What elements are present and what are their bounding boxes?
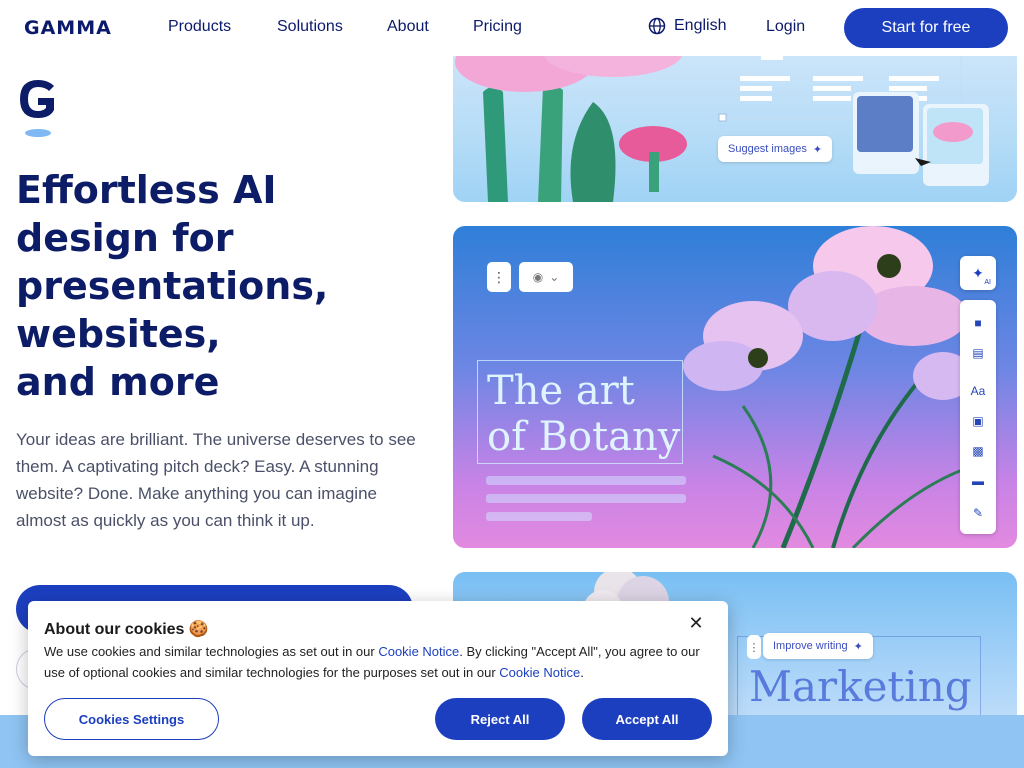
top-nav: GAMMA Products Solutions About Pricing E… — [0, 0, 1024, 56]
placeholder-text-line — [486, 476, 686, 485]
embed-icon[interactable]: ▬ — [960, 474, 996, 488]
video-icon[interactable]: ▩ — [960, 444, 996, 458]
globe-icon — [648, 17, 666, 35]
suggest-images-label: Suggest images — [728, 143, 807, 155]
gamma-g-mark-icon — [20, 80, 54, 137]
improve-writing-button[interactable]: Improve writing ✦ — [763, 633, 873, 659]
botany-title-line: of Botany — [487, 414, 681, 460]
hero-title-line: and more — [16, 360, 220, 404]
ai-assist-button[interactable]: ✦ AI — [960, 256, 996, 290]
nav-solutions[interactable]: Solutions — [277, 18, 343, 36]
language-label: English — [674, 17, 727, 34]
placeholder-text-line — [486, 494, 686, 503]
cookie-title: About our cookies 🍪 — [44, 621, 209, 638]
card-options-button[interactable]: ⋮ — [747, 635, 761, 659]
reject-all-button[interactable]: Reject All — [435, 698, 565, 740]
cookie-notice-link[interactable]: Cookie Notice — [499, 665, 580, 680]
showcase-card-mushrooms: Suggest images ✦ — [453, 42, 1017, 202]
layout-icon[interactable]: ▤ — [960, 346, 996, 360]
sparkle-icon: ✦ — [853, 640, 863, 653]
add-card-icon[interactable]: ■ — [960, 316, 996, 330]
gamma-logo[interactable]: GAMMA — [24, 17, 112, 39]
nav-pricing[interactable]: Pricing — [473, 18, 522, 36]
ai-badge: AI — [984, 279, 991, 286]
hero-title-line: Effortless AI — [16, 168, 277, 212]
placeholder-text-line — [486, 512, 592, 521]
card-options-button[interactable]: ⋮ — [487, 262, 511, 292]
page: GAMMA Products Solutions About Pricing E… — [0, 0, 1024, 768]
hero-title: Effortless AI design for presentations, … — [16, 166, 436, 406]
suggest-images-button[interactable]: Suggest images ✦ — [718, 136, 833, 162]
showcase-card-botany: ⋮ ◉ ⌄ The art of Botany ✦ AI ■ ▤ Aa ▣ ▩ … — [453, 226, 1017, 548]
nav-about[interactable]: About — [387, 18, 429, 36]
language-selector[interactable]: English — [648, 17, 726, 35]
sparkle-icon: ✦ — [972, 264, 984, 281]
hero-title-line: presentations, — [16, 264, 329, 308]
edit-icon[interactable]: ✎ — [960, 506, 996, 520]
mushroom-illustration — [455, 42, 989, 202]
improve-writing-label: Improve writing — [773, 640, 848, 652]
cookie-text-part: We use cookies and similar technologies … — [44, 644, 379, 659]
cookie-text-part: . — [580, 665, 584, 680]
sparkle-icon: ✦ — [812, 143, 823, 156]
botany-title-line: The art — [487, 368, 635, 414]
hero-title-line: design for — [16, 216, 234, 260]
editor-side-rail: ■ ▤ Aa ▣ ▩ ▬ ✎ — [960, 300, 996, 534]
text-style-icon[interactable]: Aa — [960, 384, 996, 398]
nav-products[interactable]: Products — [168, 18, 231, 36]
palette-icon: ◉ — [532, 270, 544, 284]
cookie-banner: About our cookies 🍪 ✕ We use cookies and… — [28, 601, 728, 756]
accept-all-button[interactable]: Accept All — [582, 698, 712, 740]
close-icon[interactable]: ✕ — [686, 613, 706, 633]
hero-subtitle: Your ideas are brilliant. The universe d… — [16, 430, 416, 530]
botany-title[interactable]: The art of Botany — [487, 368, 680, 460]
hero-title-line: websites, — [16, 312, 221, 356]
cookies-settings-button[interactable]: Cookies Settings — [44, 698, 219, 740]
cookie-text: We use cookies and similar technologies … — [44, 641, 714, 683]
start-for-free-button[interactable]: Start for free — [844, 8, 1008, 48]
marketing-heading[interactable]: Marketing — [749, 662, 972, 711]
image-icon[interactable]: ▣ — [960, 414, 996, 428]
cookie-notice-link[interactable]: Cookie Notice — [378, 644, 459, 659]
theme-palette-button[interactable]: ◉ ⌄ — [519, 262, 573, 292]
chevron-down-icon: ⌄ — [549, 270, 560, 284]
login-link[interactable]: Login — [766, 18, 805, 36]
